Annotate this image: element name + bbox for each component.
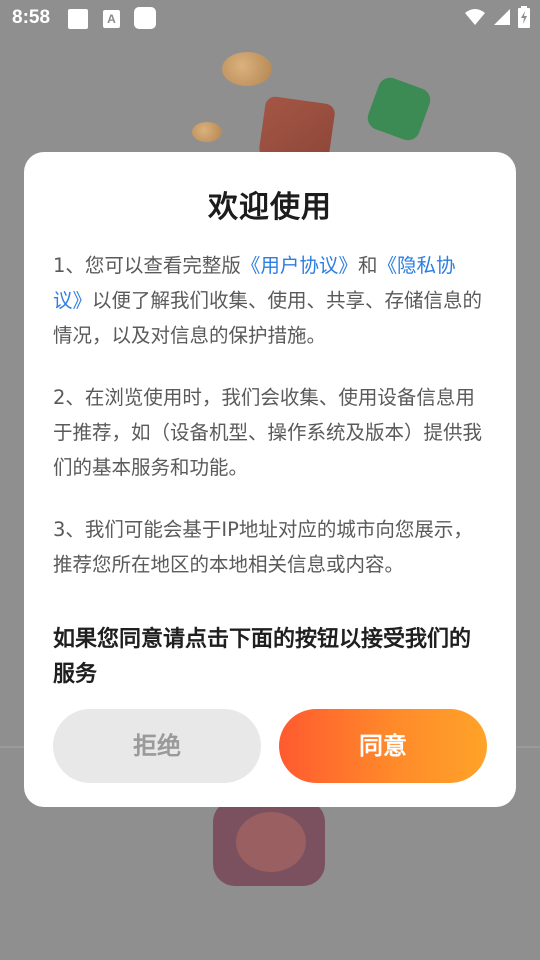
user-agreement-link[interactable]: 《用户协议》 [241, 254, 358, 277]
wifi-icon [465, 9, 485, 25]
signal-icon [494, 9, 510, 25]
pig-face [236, 812, 306, 872]
para1-prefix: 1、您可以查看完整版 [53, 254, 241, 277]
para1-suffix: 以便了解我们收集、使用、共享、存储信息的情况，以及对信息的保护措施。 [53, 289, 483, 347]
notification-app-icon [134, 7, 156, 29]
notification-a-icon: A [103, 10, 120, 28]
policy-paragraph-1: 1、您可以查看完整版《用户协议》和《隐私协议》以便了解我们收集、使用、共享、存储… [53, 248, 483, 353]
status-icons [464, 6, 530, 28]
battery-icon [518, 6, 530, 28]
dialog-body: 1、您可以查看完整版《用户协议》和《隐私协议》以便了解我们收集、使用、共享、存储… [53, 248, 483, 582]
policy-paragraph-2: 2、在浏览使用时，我们会收集、使用设备信息用于推荐，如（设备机型、操作系统及版本… [53, 386, 483, 479]
status-bar: 8:58 A [0, 0, 540, 38]
consent-text: 如果您同意请点击下面的按钮以接受我们的服务 [53, 627, 472, 687]
policy-paragraph-3: 3、我们可能会基于IP地址对应的城市向您展示，推荐您所在地区的本地相关信息或内容… [53, 518, 473, 576]
privacy-dialog: 欢迎使用 1、您可以查看完整版《用户协议》和《隐私协议》以便了解我们收集、使用、… [24, 152, 516, 807]
status-time: 8:58 [12, 7, 51, 28]
coin-decoration [222, 52, 272, 86]
dialog-title: 欢迎使用 [208, 190, 332, 225]
reject-button[interactable]: 拒绝 [53, 709, 261, 783]
coin-decoration [192, 122, 222, 142]
para1-middle: 和 [357, 254, 378, 277]
shield-icon [364, 74, 434, 144]
agree-button[interactable]: 同意 [279, 709, 487, 783]
notification-square-icon [68, 9, 88, 29]
